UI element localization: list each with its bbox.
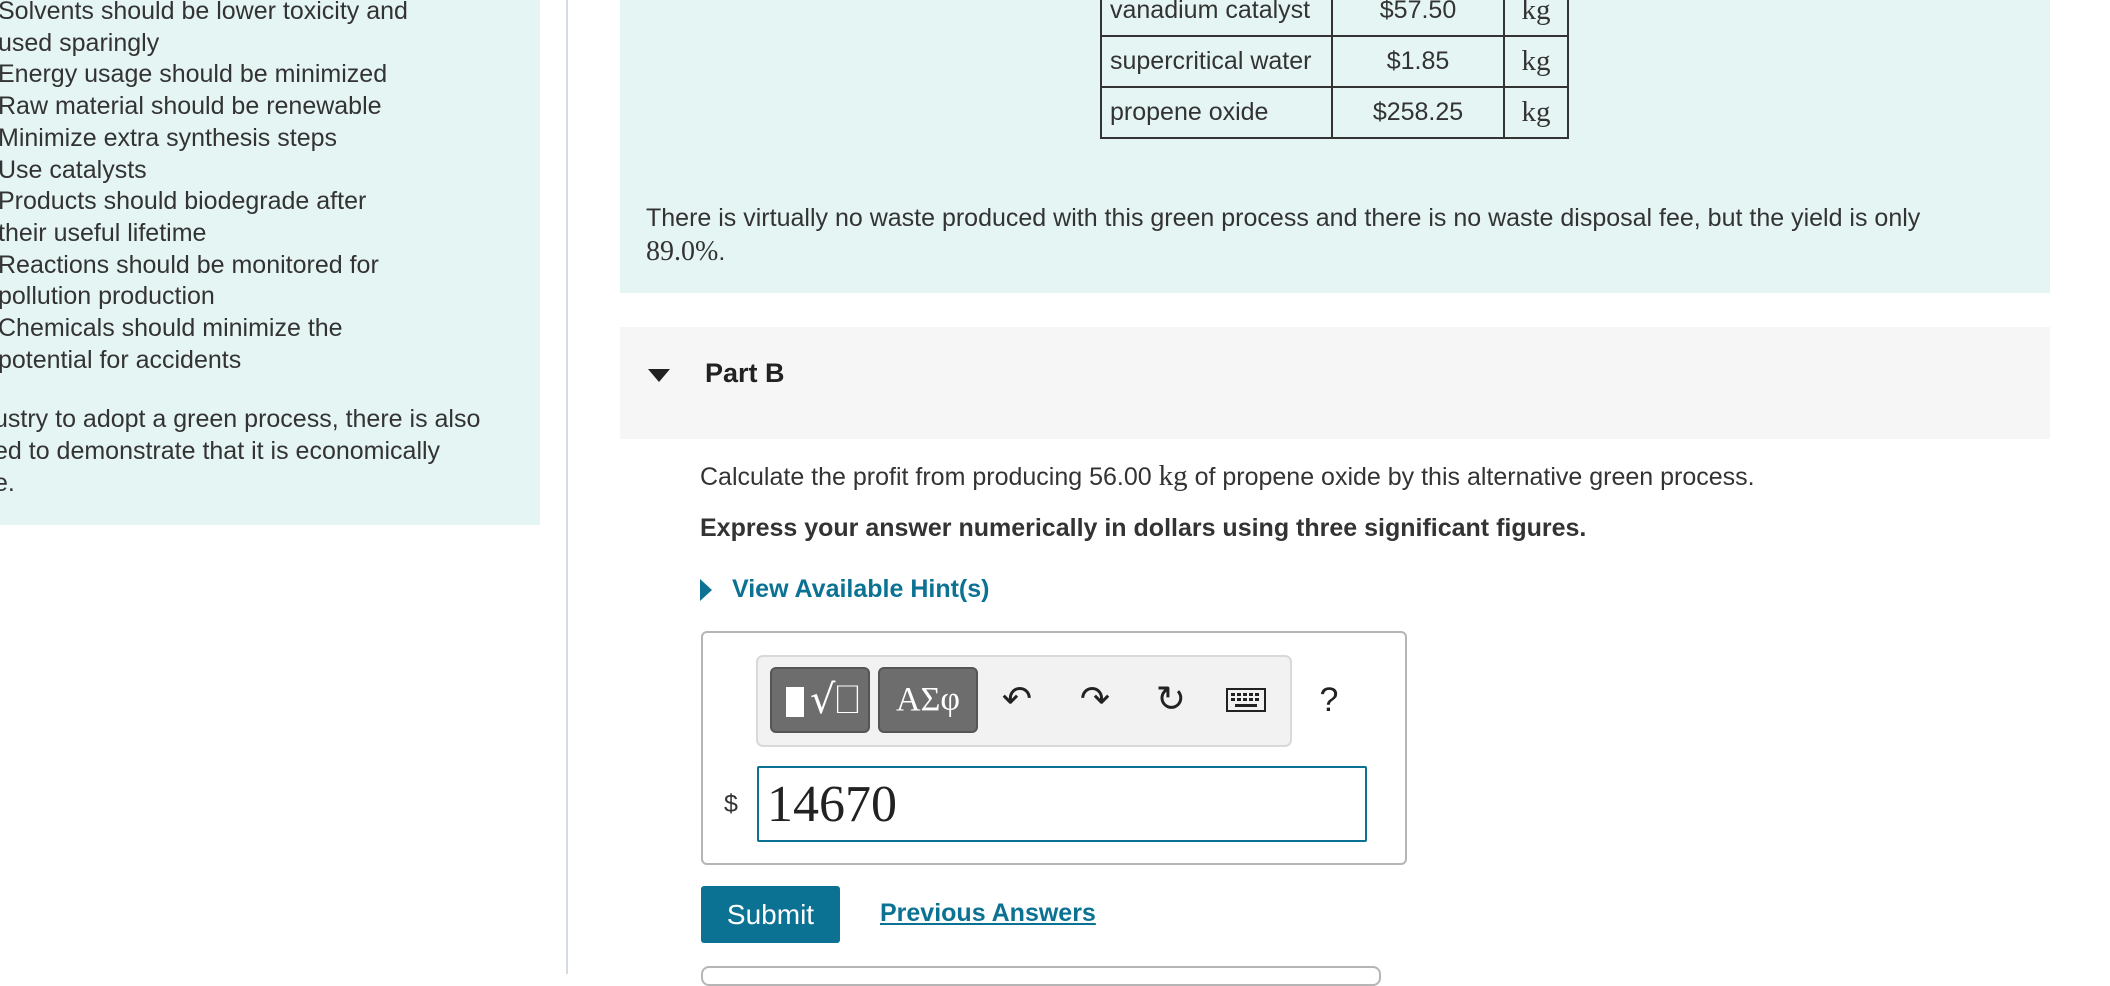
reset-icon[interactable]: ↻ <box>1148 669 1194 731</box>
question-text-end: of propene oxide by this alternative gre… <box>1194 463 1755 491</box>
column-divider <box>566 0 568 974</box>
list-item: Raw material should be renewable <box>0 92 382 121</box>
list-item: Reactions should be monitored for pollut… <box>0 250 379 311</box>
cost-table: vanadium catalyst $57.50 kg supercritica… <box>1100 0 1569 139</box>
table-cell-unit: kg <box>1503 0 1569 37</box>
sqrt-icon: √⎕ <box>810 677 860 723</box>
left-info-panel: Solvents should be lower toxicity and us… <box>0 0 540 525</box>
list-item: Chemicals should minimize the potential … <box>0 314 343 374</box>
table-cell-name: propene oxide <box>1100 86 1333 139</box>
view-hints-label[interactable]: View Available Hint(s) <box>732 575 989 604</box>
question-text: Calculate the profit from producing 56.0… <box>700 460 1755 493</box>
table-cell-unit: kg <box>1503 35 1569 88</box>
table-row: propene oxide $258.25 kg <box>1100 86 1569 139</box>
green-principles-list: Solvents should be lower toxicity and us… <box>0 0 478 376</box>
templates-icon <box>786 687 804 717</box>
undo-icon[interactable]: ↶ <box>994 669 1040 731</box>
part-b-title: Part B <box>705 358 785 388</box>
caret-right-icon <box>700 578 712 601</box>
list-item: Use catalysts <box>0 155 147 184</box>
yield-note-text: There is virtually no waste produced wit… <box>646 204 1921 232</box>
templates-button[interactable]: √⎕ <box>770 667 870 733</box>
table-cell-price: $258.25 <box>1331 86 1505 139</box>
part-b-header[interactable]: Part B <box>620 327 2050 439</box>
answer-instruction: Express your answer numerically in dolla… <box>700 514 1587 542</box>
list-item: Solvents should be lower toxicity and us… <box>0 0 408 57</box>
question-unit: kg <box>1158 460 1188 492</box>
redo-icon[interactable]: ↷ <box>1072 669 1118 731</box>
help-button[interactable]: ? <box>1306 669 1352 731</box>
economic-note: ustry to adopt a green process, there is… <box>0 405 481 497</box>
previous-answers-link[interactable]: Previous Answers <box>880 899 1096 928</box>
list-item: Minimize extra synthesis steps <box>0 123 338 152</box>
currency-symbol: $ <box>724 790 738 818</box>
question-text-start: Calculate the profit from producing 56.0… <box>700 463 1152 491</box>
keyboard-icon[interactable] <box>1223 669 1269 731</box>
table-row: vanadium catalyst $57.50 kg <box>1100 0 1569 37</box>
problem-info-section: vanadium catalyst $57.50 kg supercritica… <box>620 0 2050 293</box>
submit-button[interactable]: Submit <box>701 886 840 943</box>
table-row: supercritical water $1.85 kg <box>1100 35 1569 88</box>
math-toolbar: √⎕ ΑΣφ ↶ ↷ ↻ ? <box>756 655 1338 747</box>
table-cell-name: vanadium catalyst <box>1100 0 1333 37</box>
table-cell-price: $1.85 <box>1331 35 1505 88</box>
list-item: Products should biodegrade after their u… <box>0 187 367 247</box>
symbols-button[interactable]: ΑΣφ <box>878 667 978 733</box>
table-cell-unit: kg <box>1503 86 1569 139</box>
table-cell-name: supercritical water <box>1100 35 1333 88</box>
answer-input[interactable] <box>757 766 1367 842</box>
table-cell-price: $57.50 <box>1331 0 1505 37</box>
yield-note: There is virtually no waste produced wit… <box>646 202 2006 269</box>
answer-box: √⎕ ΑΣφ ↶ ↷ ↻ ? $ <box>701 631 1407 865</box>
list-item: Energy usage should be minimized <box>0 60 388 89</box>
collapse-triangle-icon[interactable] <box>648 369 670 382</box>
view-hints-link[interactable]: View Available Hint(s) <box>700 575 989 604</box>
next-panel-edge <box>701 966 1381 986</box>
yield-value: 89.0% <box>646 236 719 267</box>
yield-note-end: . <box>718 238 726 266</box>
